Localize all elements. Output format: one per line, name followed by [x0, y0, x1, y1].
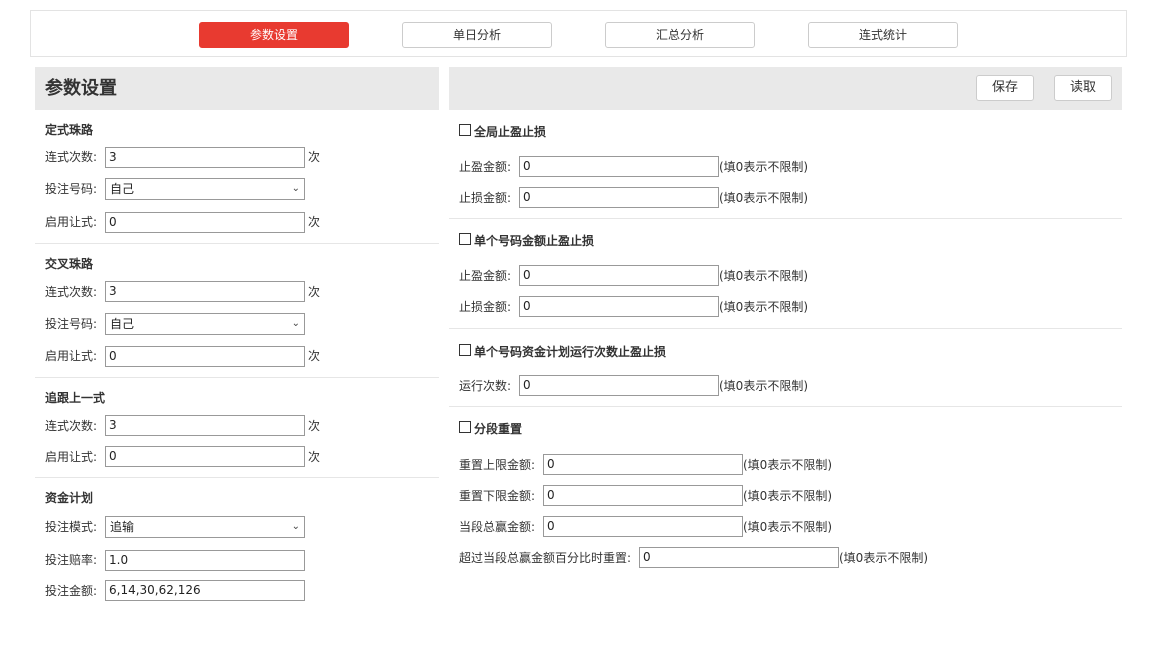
plan-mode-label: 投注模式:	[45, 520, 98, 534]
follow-concede-unit: 次	[308, 450, 321, 464]
divider	[449, 218, 1122, 219]
global-tp-label: 止盈金额:	[459, 160, 512, 174]
reset-checkbox[interactable]	[459, 421, 471, 433]
plan-mode-select[interactable]: 追输 ⌄	[105, 516, 305, 538]
reset-lower-label: 重置下限金额:	[459, 489, 536, 503]
global-sl-input[interactable]: 0	[519, 187, 719, 208]
follow-count-unit: 次	[308, 419, 321, 433]
chevron-down-icon: ⌄	[291, 521, 300, 532]
cross-concede-input[interactable]: 0	[105, 346, 305, 367]
global-tp-hint: (填0表示不限制)	[719, 160, 808, 174]
divider	[35, 243, 439, 244]
cross-concede-label: 启用让式:	[45, 349, 98, 363]
follow-count-label: 连式次数:	[45, 419, 98, 433]
runs-input[interactable]: 0	[519, 375, 719, 396]
reset-upper-hint: (填0表示不限制)	[743, 458, 832, 472]
divider	[449, 406, 1122, 407]
divider	[449, 328, 1122, 329]
single-tp-input[interactable]: 0	[519, 265, 719, 286]
stop-settings-panel: 保存 读取 全局止盈止损 止盈金额: 0 (填0表示不限制) 止损金额: 0 (…	[449, 67, 1122, 627]
params-panel: 参数设置 定式珠路 连式次数: 3 次 投注号码: 自己 ⌄ 启用让式: 0 次…	[35, 67, 439, 627]
reset-pct-label: 超过当段总赢金额百分比时重置:	[459, 551, 632, 565]
save-button[interactable]: 保存	[976, 75, 1034, 101]
single-title: 单个号码金额止盈止损	[474, 234, 595, 248]
global-checkbox[interactable]	[459, 124, 471, 136]
single-sl-input[interactable]: 0	[519, 296, 719, 317]
chevron-down-icon: ⌄	[291, 318, 300, 329]
fixed-concede-label: 启用让式:	[45, 215, 98, 229]
follow-section-title: 追跟上一式	[45, 391, 106, 405]
fixed-number-value: 自己	[110, 182, 135, 196]
global-title: 全局止盈止损	[474, 125, 547, 139]
single-checkbox[interactable]	[459, 233, 471, 245]
chevron-down-icon: ⌄	[291, 183, 300, 194]
reset-lower-input[interactable]: 0	[543, 485, 743, 506]
runs-title: 单个号码资金计划运行次数止盈止损	[474, 345, 667, 359]
fixed-section-title: 定式珠路	[45, 123, 94, 137]
cross-number-value: 自己	[110, 317, 135, 331]
plan-odds-input[interactable]: 1.0	[105, 550, 305, 571]
divider	[35, 477, 439, 478]
global-tp-input[interactable]: 0	[519, 156, 719, 177]
follow-concede-label: 启用让式:	[45, 450, 98, 464]
cross-count-label: 连式次数:	[45, 285, 98, 299]
cross-count-input[interactable]: 3	[105, 281, 305, 302]
tab-bar: 参数设置 单日分析 汇总分析 连式统计	[30, 10, 1127, 57]
single-tp-label: 止盈金额:	[459, 269, 512, 283]
reset-title: 分段重置	[474, 422, 523, 436]
fixed-concede-unit: 次	[308, 215, 321, 229]
cross-number-label: 投注号码:	[45, 317, 98, 331]
reset-win-hint: (填0表示不限制)	[743, 520, 832, 534]
follow-count-input[interactable]: 3	[105, 415, 305, 436]
fixed-count-unit: 次	[308, 150, 321, 164]
cross-count-unit: 次	[308, 285, 321, 299]
cross-concede-unit: 次	[308, 349, 321, 363]
plan-section-title: 资金计划	[45, 491, 94, 505]
reset-win-label: 当段总赢金额:	[459, 520, 536, 534]
tab-summary-analysis[interactable]: 汇总分析	[605, 22, 755, 48]
fixed-count-input[interactable]: 3	[105, 147, 305, 168]
fixed-concede-input[interactable]: 0	[105, 212, 305, 233]
params-panel-header: 参数设置	[35, 67, 439, 110]
plan-mode-value: 追输	[110, 520, 135, 534]
cross-section-title: 交叉珠路	[45, 257, 94, 271]
runs-hint: (填0表示不限制)	[719, 379, 808, 393]
cross-number-select[interactable]: 自己 ⌄	[105, 313, 305, 335]
reset-pct-hint: (填0表示不限制)	[839, 551, 928, 565]
reset-upper-label: 重置上限金额:	[459, 458, 536, 472]
tab-daily-analysis[interactable]: 单日分析	[402, 22, 552, 48]
fixed-number-select[interactable]: 自己 ⌄	[105, 178, 305, 200]
divider	[35, 377, 439, 378]
plan-amount-label: 投注金额:	[45, 584, 98, 598]
global-sl-hint: (填0表示不限制)	[719, 191, 808, 205]
single-tp-hint: (填0表示不限制)	[719, 269, 808, 283]
plan-amount-input[interactable]: 6,14,30,62,126	[105, 580, 305, 601]
reset-upper-input[interactable]: 0	[543, 454, 743, 475]
reset-lower-hint: (填0表示不限制)	[743, 489, 832, 503]
stop-settings-header: 保存 读取	[449, 67, 1122, 110]
reset-win-input[interactable]: 0	[543, 516, 743, 537]
runs-label: 运行次数:	[459, 379, 512, 393]
follow-concede-input[interactable]: 0	[105, 446, 305, 467]
global-sl-label: 止损金额:	[459, 191, 512, 205]
reset-pct-input[interactable]: 0	[639, 547, 839, 568]
fixed-count-label: 连式次数:	[45, 150, 98, 164]
runs-checkbox[interactable]	[459, 344, 471, 356]
tab-params[interactable]: 参数设置	[199, 22, 349, 48]
plan-odds-label: 投注赔率:	[45, 553, 98, 567]
single-sl-label: 止损金额:	[459, 300, 512, 314]
load-button[interactable]: 读取	[1054, 75, 1112, 101]
page-title: 参数设置	[45, 78, 117, 99]
fixed-number-label: 投注号码:	[45, 182, 98, 196]
single-sl-hint: (填0表示不限制)	[719, 300, 808, 314]
tab-chain-stats[interactable]: 连式统计	[808, 22, 958, 48]
